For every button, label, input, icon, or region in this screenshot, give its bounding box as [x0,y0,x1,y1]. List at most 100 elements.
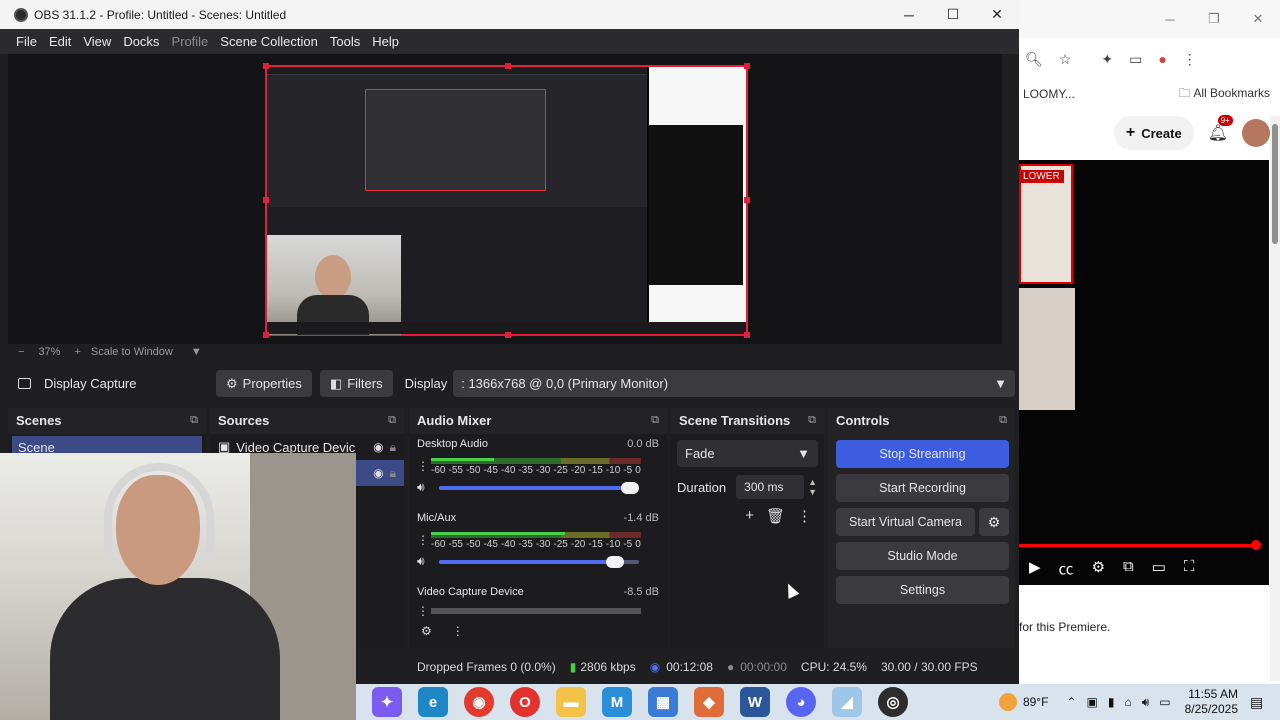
copilot-icon[interactable]: ✦ [372,687,402,717]
add-icon[interactable]: + [745,507,754,525]
edge-icon[interactable]: e [418,687,448,717]
undock-icon[interactable]: ⧉ [190,414,198,427]
menu-icon[interactable]: ⋮ [1183,51,1197,68]
resize-handle[interactable] [263,197,269,203]
settings-icon[interactable]: ⚙ [1092,558,1105,579]
create-button[interactable]: + Create [1113,116,1194,150]
undock-icon[interactable]: ⧉ [999,414,1007,427]
opera-icon[interactable]: O [510,687,540,717]
zoom-out-button[interactable]: − [18,346,24,358]
transition-select[interactable]: Fade ▼ [677,440,818,467]
duration-input[interactable]: 300 ms [736,475,805,499]
chevron-down-icon[interactable]: ▼ [191,346,202,358]
more-icon[interactable]: ⋮ [417,604,431,618]
notification-icon[interactable]: ▤ [1250,694,1270,711]
file-explorer-icon[interactable]: ▬ [556,687,586,717]
bell-icon[interactable]: 🔔︎ 9+ [1208,115,1233,143]
profile-icon[interactable]: ● [1158,51,1166,67]
captions-icon[interactable]: ㏄ [1059,558,1074,579]
chevron-up-icon[interactable]: ⌃ [1066,695,1076,710]
properties-button[interactable]: ⚙ Properties [216,370,312,397]
clock[interactable]: 11:55 AM 8/25/2025 [1185,687,1238,717]
camera-icon[interactable]: ▣ [1087,695,1098,710]
menu-tools[interactable]: Tools [324,34,366,49]
more-icon[interactable]: ⋮ [452,624,464,638]
preview-canvas[interactable] [263,63,750,338]
m365-icon[interactable]: M [602,687,632,717]
slider-knob[interactable] [621,481,639,494]
visibility-icon[interactable]: ◉ [373,466,383,480]
speaker-icon[interactable]: 🔊︎ [417,480,439,495]
menu-help[interactable]: Help [366,34,405,49]
all-bookmarks[interactable]: 🗀︎ All Bookmarks [1179,84,1270,105]
video-player[interactable]: LOWER ▶ ㏄ ⚙ ⧉ ▭ ⛶ [1019,160,1269,585]
menu-file[interactable]: File [10,34,43,49]
notes-icon[interactable]: ◢ [832,687,862,717]
display-select[interactable]: : 1366x768 @ 0,0 (Primary Monitor) ▼ [453,370,1015,397]
more-icon[interactable]: ⋮ [417,459,431,473]
resize-handle[interactable] [744,197,750,203]
git-icon[interactable]: ◆ [694,687,724,717]
lock-icon[interactable]: 🔒︎ [390,466,396,481]
restore-button[interactable]: ❐ [1192,11,1236,27]
fullscreen-icon[interactable]: ⛶ [1184,558,1195,579]
maximize-button[interactable]: ☐ [931,0,975,29]
scrollbar[interactable] [1270,116,1280,681]
visibility-icon[interactable]: ◉ [373,440,383,454]
cast-icon[interactable]: ▭ [1129,51,1142,68]
menu-docks[interactable]: Docks [117,34,165,49]
undock-icon[interactable]: ⧉ [651,414,659,427]
menu-profile[interactable]: Profile [165,34,214,49]
zoom-in-button[interactable]: + [74,346,80,358]
network-icon[interactable]: ⌂ [1124,695,1131,710]
gear-icon[interactable]: ⚙ [979,508,1009,536]
bookmark-item[interactable]: LOOMY... [1023,87,1075,101]
undock-icon[interactable]: ⧉ [388,414,396,427]
store-icon[interactable]: ▦ [648,687,678,717]
studio-mode-button[interactable]: Studio Mode [836,542,1009,570]
obs-icon[interactable]: ◎ [878,687,908,717]
stop-streaming-button[interactable]: Stop Streaming [836,440,1009,468]
more-icon[interactable]: ⋮ [797,507,812,525]
progress-knob[interactable] [1251,540,1261,550]
start-virtual-camera-button[interactable]: Start Virtual Camera [836,508,975,536]
word-icon[interactable]: W [740,687,770,717]
settings-button[interactable]: Settings [836,576,1009,604]
volume-icon[interactable]: 🔊︎ [1142,695,1150,710]
resize-handle[interactable] [505,63,511,69]
discord-icon[interactable]: ◕ [786,687,816,717]
star-icon[interactable]: ☆ [1059,51,1072,68]
filters-button[interactable]: ◧ Filters [319,370,393,397]
chrome-icon[interactable]: ◉ [464,687,494,717]
resize-handle[interactable] [505,332,511,338]
zoom-icon[interactable]: 🔍︎ [1025,51,1043,68]
play-icon[interactable]: ▶ [1029,558,1041,579]
volume-slider[interactable] [439,481,639,495]
battery-icon[interactable]: ▭ [1159,695,1170,710]
avatar[interactable] [1242,119,1270,147]
volume-slider[interactable] [439,555,639,569]
resize-handle[interactable] [263,332,269,338]
resize-handle[interactable] [744,63,750,69]
more-icon[interactable]: ⋮ [417,533,431,547]
slider-knob[interactable] [606,555,625,568]
extensions-icon[interactable]: ✦ [1101,51,1113,68]
menu-view[interactable]: View [77,34,117,49]
undock-icon[interactable]: ⧉ [808,414,816,427]
duration-stepper[interactable]: ▲ ▼ [808,477,817,497]
resize-handle[interactable] [744,332,750,338]
gear-icon[interactable]: ⚙ [421,624,432,638]
menu-edit[interactable]: Edit [43,34,77,49]
lock-icon[interactable]: 🔒︎ [390,440,396,455]
close-button[interactable]: ✕ [975,0,1019,29]
mic-icon[interactable]: ▮ [1108,695,1115,710]
speaker-icon[interactable]: 🔊︎ [417,554,439,569]
minimize-button[interactable]: ─ [1148,12,1192,27]
resize-handle[interactable] [263,63,269,69]
theater-icon[interactable]: ▭ [1152,558,1166,579]
weather-widget[interactable]: 89°F [998,693,1048,711]
menu-scene-collection[interactable]: Scene Collection [214,34,324,49]
trash-icon[interactable]: 🗑︎ [766,507,785,525]
miniplayer-icon[interactable]: ⧉ [1123,558,1134,579]
scale-mode[interactable]: Scale to Window [91,346,173,358]
